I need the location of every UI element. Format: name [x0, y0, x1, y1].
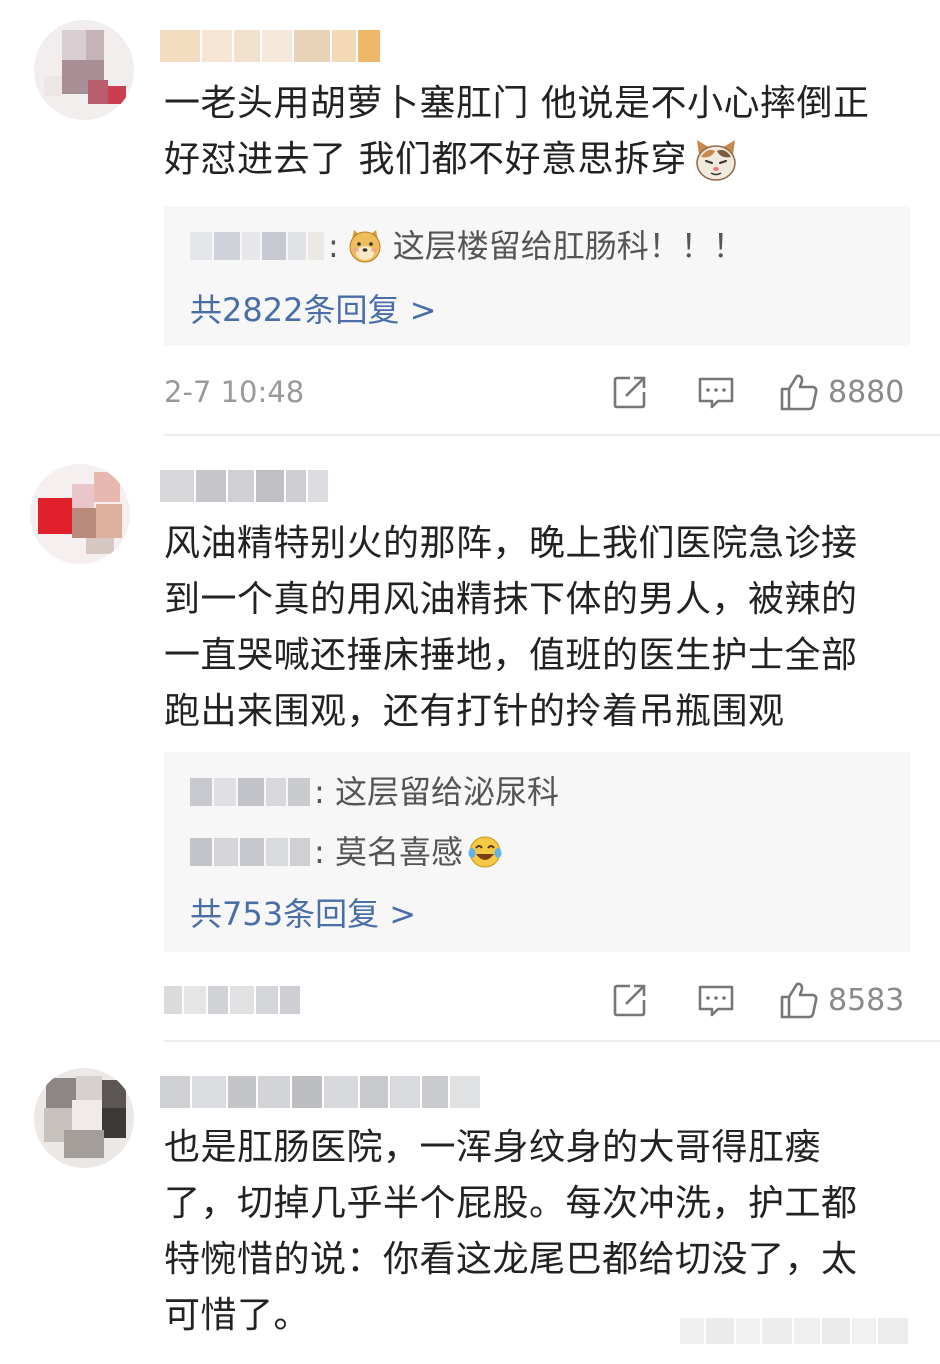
more-replies-link[interactable]: 共2822条回复 >	[190, 290, 436, 330]
like-icon	[780, 374, 818, 411]
comment-1: 一老头用胡萝卜塞肛门 他说是不小心摔倒正 好怼进去了 我们都不好意思拆穿: 这…	[0, 0, 940, 436]
comment-text-line: 一直哭喊还捶床捶地，值班的医生护士全部	[164, 635, 858, 676]
reply-username-blurred[interactable]	[190, 838, 310, 866]
comment-text-line: 好怼进去了 我们都不好意思拆穿	[164, 132, 869, 188]
reply-text: 这层楼留给肛肠科！！！	[392, 227, 745, 265]
reply-colon: :	[328, 227, 339, 265]
dog-face-emoji	[349, 230, 381, 263]
avatar[interactable]	[30, 464, 130, 564]
reply-username-blurred[interactable]	[190, 232, 324, 260]
reply-text: : 莫名喜感	[314, 833, 463, 871]
cat-face-emoji	[696, 140, 736, 181]
laughing-crying-emoji	[468, 836, 502, 868]
reply-box[interactable]: : 这层留给泌尿科 : 莫名喜感 共753条回复 >	[164, 752, 910, 952]
like-count: 8583	[828, 982, 905, 1018]
comment-text-line: 特惋惜的说：你看这龙尾巴都给切没了，太	[164, 1239, 858, 1280]
like-button[interactable]: 8583	[778, 980, 904, 1020]
comment-meta: 2-7 10:48 8880	[164, 372, 910, 412]
username-blurred[interactable]	[160, 1076, 480, 1108]
comment-text: 也是肛肠医院，一浑身纹身的大哥得肛瘘 了，切掉几乎半个屁股。每次冲洗，护工都 特…	[164, 1120, 858, 1344]
avatar[interactable]	[34, 20, 134, 120]
comment-meta: 8583	[164, 980, 910, 1020]
comment-2: 风油精特别火的那阵，晚上我们医院急诊接 到一个真的用风油精抹下体的男人，被辣的 …	[0, 436, 940, 1042]
comment-text-line: 了，切掉几乎半个屁股。每次冲洗，护工都	[164, 1183, 858, 1224]
comment-text-line: 一老头用胡萝卜塞肛门 他说是不小心摔倒正	[164, 83, 870, 124]
avatar[interactable]	[34, 1068, 134, 1168]
comment-button[interactable]	[696, 980, 736, 1020]
comment-icon	[698, 985, 734, 1017]
comment-text-line: 也是肛肠医院，一浑身纹身的大哥得肛瘘	[164, 1127, 822, 1168]
comment-3: 也是肛肠医院，一浑身纹身的大哥得肛瘘 了，切掉几乎半个屁股。每次冲洗，护工都 特…	[0, 1042, 940, 1364]
like-button[interactable]: 8880	[778, 372, 904, 412]
reply-item: : 莫名喜感	[190, 832, 503, 872]
username-blurred[interactable]	[160, 30, 380, 62]
share-button[interactable]	[610, 980, 650, 1020]
like-icon	[780, 982, 818, 1019]
comment-button[interactable]	[696, 372, 736, 412]
comment-text: 一老头用胡萝卜塞肛门 他说是不小心摔倒正 好怼进去了 我们都不好意思拆穿	[164, 76, 869, 188]
reply-box[interactable]: : 这层楼留给肛肠科！！！ 共2822条回复 >	[164, 206, 910, 346]
more-replies-link[interactable]: 共753条回复 >	[190, 894, 416, 934]
share-icon	[613, 376, 646, 409]
comment-text-line: 风油精特别火的那阵，晚上我们医院急诊接	[164, 523, 858, 564]
watermark-blurred	[680, 1318, 908, 1344]
comment-text-line: 跑出来围观，还有打针的拎着吊瓶围观	[164, 691, 785, 732]
share-icon	[613, 984, 646, 1017]
reply-text: : 这层留给泌尿科	[314, 773, 559, 811]
timestamp: 2-7 10:48	[164, 375, 305, 409]
share-button[interactable]	[610, 372, 650, 412]
timestamp-blurred	[164, 986, 300, 1014]
comment-icon	[698, 377, 734, 409]
reply-username-blurred[interactable]	[190, 778, 310, 806]
reply-item: : 这层楼留给肛肠科！！！	[190, 226, 745, 266]
comment-text: 风油精特别火的那阵，晚上我们医院急诊接 到一个真的用风油精抹下体的男人，被辣的 …	[164, 516, 858, 740]
reply-item: : 这层留给泌尿科	[190, 772, 559, 812]
comment-text-line-content: 好怼进去了 我们都不好意思拆穿	[164, 139, 687, 180]
comment-text-line: 到一个真的用风油精抹下体的男人，被辣的	[164, 579, 858, 620]
like-count: 8880	[828, 374, 905, 410]
username-blurred[interactable]	[160, 470, 328, 502]
